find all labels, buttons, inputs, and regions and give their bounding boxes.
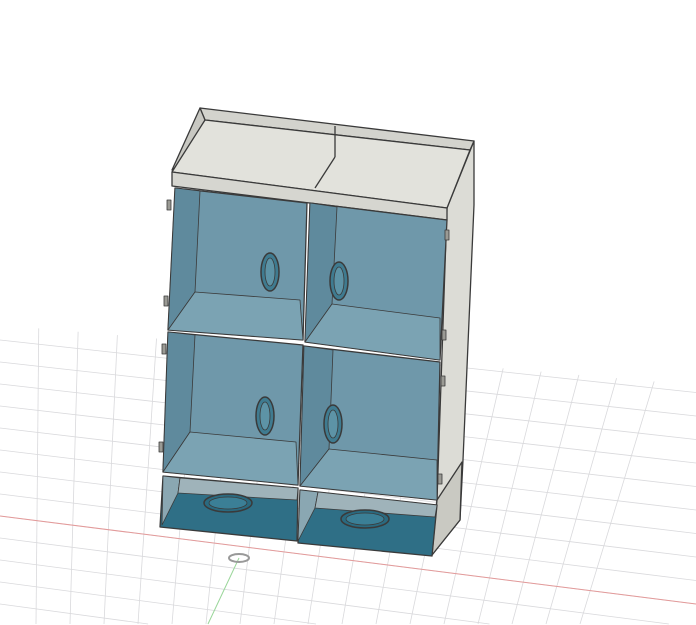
- door-lower-right[interactable]: [299, 345, 441, 501]
- grid-line: [69, 299, 80, 625]
- drawer-left[interactable]: [159, 475, 299, 542]
- cad-viewport[interactable]: [0, 0, 696, 625]
- grid-line: [0, 603, 149, 625]
- grid-line: [0, 537, 669, 625]
- 3d-scene[interactable]: [0, 0, 696, 625]
- door-upper-left[interactable]: [167, 187, 308, 341]
- door-lower-left[interactable]: [162, 331, 304, 486]
- grid-line: [137, 299, 160, 625]
- cabinet-model[interactable]: [158, 107, 475, 557]
- door-upper-right[interactable]: [304, 202, 448, 361]
- grid-line: [35, 299, 40, 625]
- grid-line: [0, 581, 317, 625]
